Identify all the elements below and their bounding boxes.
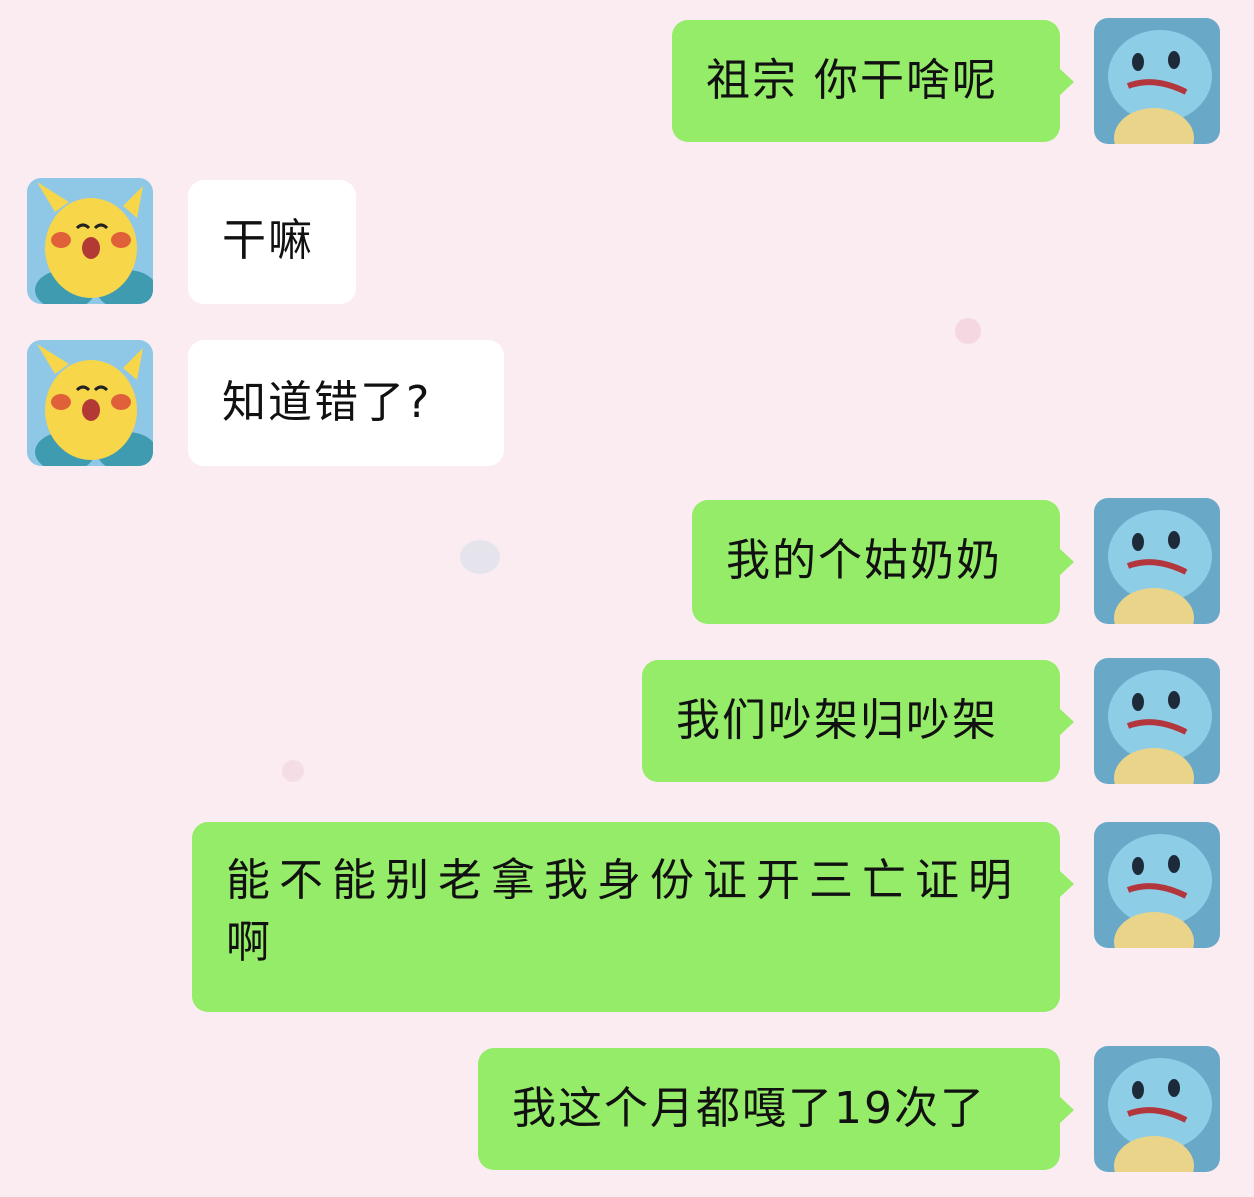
message-bubble-outgoing[interactable]: 我们吵架归吵架: [642, 660, 1074, 782]
message-bubble-outgoing[interactable]: 祖宗 你干啥呢: [672, 20, 1074, 142]
squirtle-avatar[interactable]: [1094, 822, 1220, 948]
squirtle-avatar[interactable]: [1094, 498, 1220, 624]
message-bubble-outgoing[interactable]: 能不能别老拿我身份证开三亡证明啊: [192, 822, 1074, 1012]
message-bubble-outgoing[interactable]: 我的个姑奶奶: [692, 500, 1074, 624]
squirtle-avatar-icon: [1094, 498, 1220, 624]
background-decoration: [955, 318, 981, 344]
pikachu-avatar[interactable]: [27, 178, 153, 304]
squirtle-avatar[interactable]: [1094, 18, 1220, 144]
background-decoration: [460, 540, 500, 574]
pikachu-avatar-icon: [27, 178, 153, 304]
message-text: 干嘛: [222, 215, 314, 266]
message-text: 我的个姑奶奶: [726, 535, 1002, 586]
squirtle-avatar[interactable]: [1094, 658, 1220, 784]
pikachu-avatar-icon: [27, 340, 153, 466]
message-bubble-incoming[interactable]: 干嘛: [188, 180, 356, 304]
message-text: 能不能别老拿我身份证开三亡证明啊: [226, 855, 1021, 968]
message-text: 祖宗 你干啥呢: [706, 55, 998, 106]
background-decoration: [282, 760, 304, 782]
squirtle-avatar-icon: [1094, 658, 1220, 784]
message-bubble-incoming[interactable]: 知道错了?: [188, 340, 504, 466]
squirtle-avatar-icon: [1094, 822, 1220, 948]
squirtle-avatar-icon: [1094, 1046, 1220, 1172]
message-text: 知道错了?: [222, 377, 432, 428]
squirtle-avatar-icon: [1094, 18, 1220, 144]
squirtle-avatar[interactable]: [1094, 1046, 1220, 1172]
pikachu-avatar[interactable]: [27, 340, 153, 466]
message-bubble-outgoing[interactable]: 我这个月都嘎了19次了: [478, 1048, 1074, 1170]
message-text: 我们吵架归吵架: [676, 695, 998, 746]
message-text: 我这个月都嘎了19次了: [512, 1083, 986, 1134]
